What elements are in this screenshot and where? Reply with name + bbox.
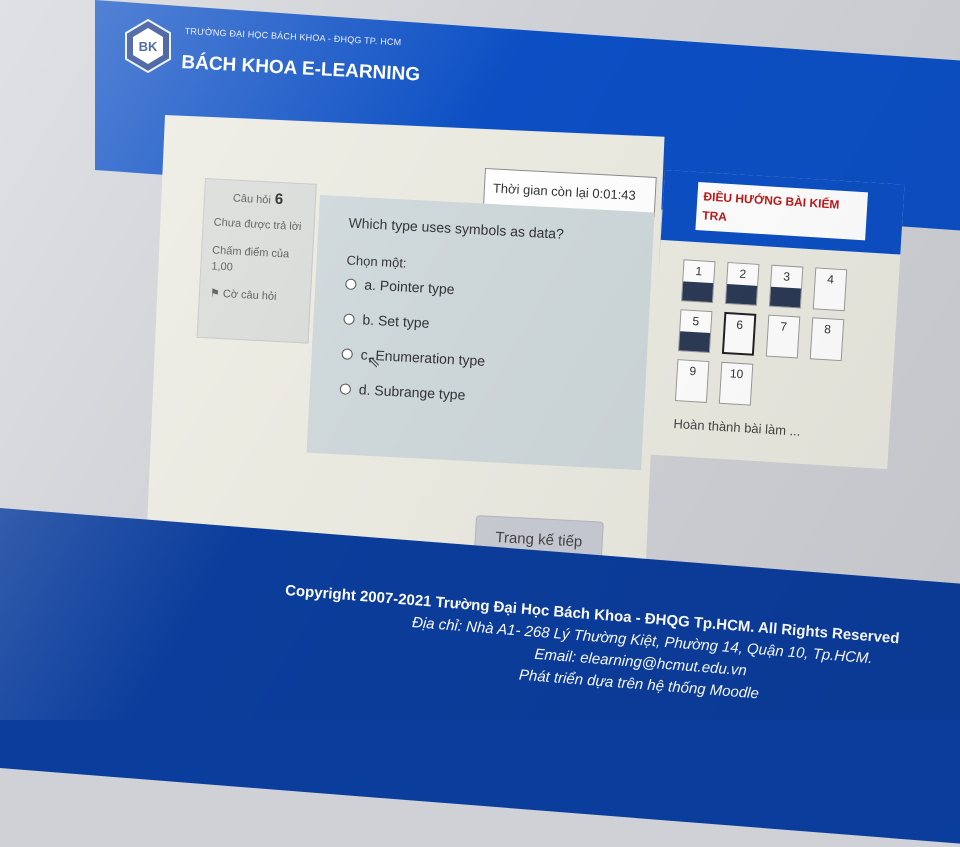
question-nav-button[interactable]: 7 [765, 314, 801, 359]
quiz-navigation-title: ĐIỀU HƯỚNG BÀI KIỂM TRA [695, 182, 869, 241]
question-nav-number: 6 [735, 317, 744, 333]
question-nav-button[interactable]: 8 [809, 317, 845, 362]
question-nav-number: 1 [695, 264, 703, 279]
question-status: Chưa được trả lời [213, 216, 302, 234]
svg-text:BK: BK [139, 39, 158, 54]
question-nav-number: 10 [729, 366, 744, 382]
quiz-navigation-header: ĐIỀU HƯỚNG BÀI KIỂM TRA [660, 170, 905, 255]
question-nav-button[interactable]: 6 [721, 311, 757, 356]
question-nav-number: 5 [692, 313, 700, 329]
question-nav-button[interactable]: 1 [681, 259, 716, 304]
question-nav-number: 4 [826, 272, 835, 287]
answered-indicator [682, 281, 714, 303]
question-nav-number: 9 [689, 363, 697, 379]
question-nav-grid: 1 2 3 4 5 6 7 8 9 10 [674, 259, 884, 406]
answer-option[interactable]: b. Set type [343, 310, 618, 340]
question-mark: Chấm điểm của 1,00 [211, 244, 290, 274]
answered-indicator [725, 283, 758, 305]
flag-icon: ⚑ [209, 287, 221, 300]
question-nav-button[interactable]: 3 [768, 264, 804, 309]
answer-option[interactable]: d. Subrange type [339, 380, 614, 410]
question-nav-number: 3 [782, 269, 791, 284]
flag-question-link[interactable]: ⚑ Cờ câu hỏi [210, 286, 301, 304]
question-nav-button[interactable]: 4 [812, 267, 848, 312]
question-nav-number: 2 [739, 266, 747, 282]
question-text: Which type uses symbols as data? [348, 214, 565, 242]
quiz-navigation-panel: ĐIỀU HƯỚNG BÀI KIỂM TRA 1 2 3 4 5 6 7 8 9 10 Hoàn… [647, 170, 905, 470]
bk-logo-icon[interactable]: BK [122, 18, 174, 76]
finish-attempt-link[interactable]: Hoàn thành bài làm ... [673, 416, 801, 439]
question-nav-number: 8 [823, 322, 832, 337]
answer-list: a. Pointer type b. Set type c. Enumerati… [339, 275, 620, 410]
answer-option[interactable]: c. Enumeration type [341, 345, 616, 375]
question-nav-number: 7 [779, 319, 788, 334]
question-number: Câu hỏi 6 [232, 190, 284, 209]
answered-indicator [769, 286, 802, 308]
radio-button[interactable] [339, 382, 352, 395]
answer-option[interactable]: a. Pointer type [345, 275, 620, 305]
radio-button[interactable] [343, 312, 355, 325]
question-box: Which type uses symbols as data? Chọn mộ… [306, 195, 655, 471]
question-info-box: Câu hỏi 6 Chưa được trả lời Chấm điểm của… [196, 178, 317, 344]
radio-button[interactable] [341, 347, 354, 360]
question-nav-button[interactable]: 2 [724, 261, 760, 306]
question-nav-button[interactable]: 5 [677, 309, 713, 354]
radio-button[interactable] [345, 277, 357, 290]
answered-indicator [679, 331, 711, 353]
question-nav-button[interactable]: 10 [718, 361, 754, 406]
mouse-pointer-icon: ⇖ [367, 354, 381, 371]
question-nav-button[interactable]: 9 [674, 359, 710, 403]
